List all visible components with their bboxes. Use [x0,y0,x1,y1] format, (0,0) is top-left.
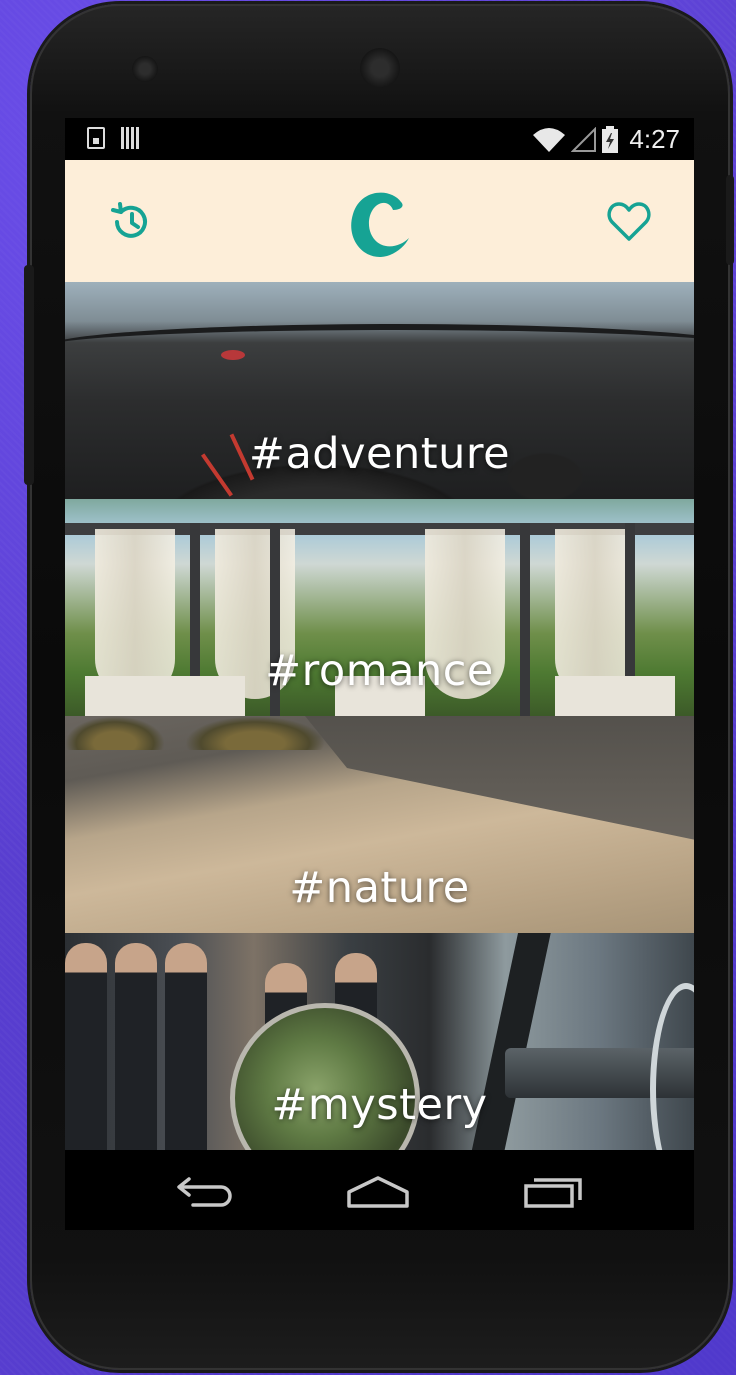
status-bar: 4:27 [65,118,694,160]
history-icon [111,202,147,238]
system-nav-bar [65,1150,694,1230]
earpiece-speaker [360,48,400,88]
category-tile-nature[interactable]: #nature [65,716,694,933]
power-button [726,175,734,265]
favorites-button[interactable] [603,196,655,248]
recents-button[interactable] [519,1172,589,1212]
status-time: 4:27 [629,124,680,154]
barcode-icon [121,127,141,149]
history-button[interactable] [105,196,157,248]
notification-icon [87,127,105,149]
back-button[interactable] [171,1172,241,1212]
category-tile-mystery[interactable]: #mystery [65,933,694,1150]
app-header [65,160,694,282]
dashboard-edge [65,324,694,370]
signal-icon [571,126,597,152]
category-label: #nature [289,863,470,913]
category-tile-romance[interactable]: #romance [65,499,694,716]
category-feed: #adventure #romance #nature #mystery [65,282,694,1150]
desert-brush [65,716,165,750]
category-tile-adventure[interactable]: #adventure [65,282,694,499]
heart-icon [607,202,651,241]
category-label: #romance [265,646,494,696]
desert-brush [185,716,325,750]
dashboard-light [221,350,245,360]
wifi-icon [533,127,566,152]
home-button[interactable] [343,1172,413,1212]
device-screen: 4:27 #adventure #romance #nature #myster… [65,118,694,1230]
category-label: #adventure [248,429,511,479]
front-camera [132,56,158,82]
back-icon [177,1177,232,1207]
battery-icon [602,125,619,153]
dune-shadow [305,716,694,846]
home-icon [347,1176,409,1208]
category-label: #mystery [271,1080,488,1130]
volume-button [24,265,34,485]
recents-icon [524,1178,582,1208]
app-logo [351,192,409,257]
